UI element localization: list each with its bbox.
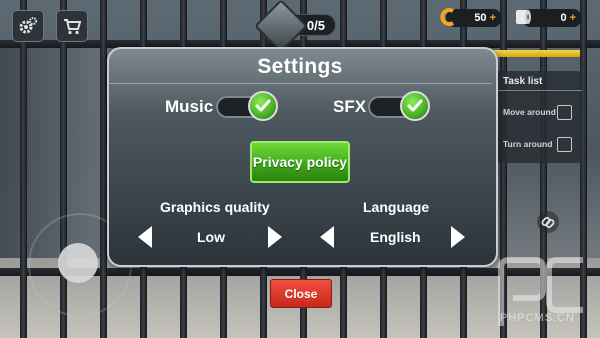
language-value: English	[370, 229, 421, 245]
language-next-arrow[interactable]	[451, 226, 465, 248]
check-icon	[407, 99, 423, 112]
coins-value: 50	[474, 12, 487, 24]
language-prev-arrow[interactable]	[320, 226, 334, 248]
objective-counter-value: 0/5	[306, 17, 325, 33]
close-button[interactable]: Close	[270, 279, 332, 308]
dialog-title: Settings	[257, 55, 343, 78]
shop-button[interactable]	[56, 10, 88, 42]
toilet-paper-icon	[516, 10, 531, 24]
watermark-text: PHPCMS.CN	[500, 312, 576, 324]
gear-icon	[19, 17, 37, 34]
sfx-label: SFX	[333, 97, 367, 116]
music-label: Music	[165, 97, 214, 116]
joystick-knob[interactable]	[58, 243, 98, 283]
graphics-quality-label: Graphics quality	[160, 199, 270, 215]
task-checkbox	[557, 137, 572, 152]
graphics-quality-value: Low	[197, 229, 225, 245]
cart-icon	[64, 19, 82, 35]
coins-plus: +	[489, 12, 496, 24]
coin-icon	[440, 8, 455, 26]
title-divider	[109, 83, 492, 84]
graphics-prev-arrow[interactable]	[138, 226, 152, 248]
sfx-toggle-knob[interactable]	[400, 91, 430, 121]
task-list-panel: Task list Move around Turn around	[494, 71, 582, 163]
task-item-label: Turn around	[503, 139, 553, 149]
language-label: Language	[363, 199, 430, 215]
music-toggle-knob[interactable]	[248, 91, 278, 121]
chain-icon[interactable]	[536, 210, 560, 234]
task-checkbox	[557, 105, 572, 120]
check-icon	[255, 99, 271, 112]
privacy-policy-button[interactable]: Privacy policy	[250, 141, 350, 183]
paper-plus: +	[569, 12, 576, 24]
paper-value: 0	[560, 12, 567, 24]
graphics-next-arrow[interactable]	[268, 226, 282, 248]
task-item-label: Move around	[503, 107, 556, 117]
settings-button[interactable]	[12, 10, 44, 42]
cell-bar	[20, 0, 27, 338]
